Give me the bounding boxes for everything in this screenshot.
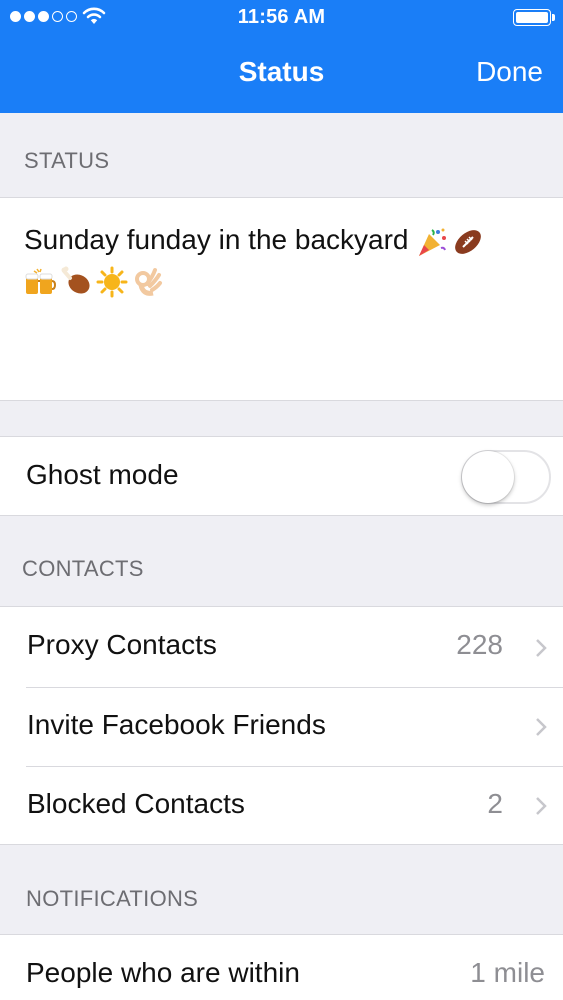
contacts-row-label: Invite Facebook Friends xyxy=(27,709,326,740)
section-header-contacts: CONTACTS xyxy=(22,556,144,581)
contacts-row-label: Proxy Contacts xyxy=(27,629,217,660)
chevron-right-icon xyxy=(536,797,547,815)
notifications-row-value: 1 mile xyxy=(470,957,545,988)
notifications-group: People who are within 1 mile xyxy=(0,934,563,1000)
status-bar: 11:56 AM xyxy=(0,0,563,36)
done-button[interactable]: Done xyxy=(476,56,543,88)
section-header-notifications: NOTIFICATIONS xyxy=(26,886,199,911)
ghost-mode-toggle[interactable] xyxy=(461,450,551,504)
toggle-knob xyxy=(462,451,514,503)
poultry-leg-icon xyxy=(61,266,90,294)
top-bar: 11:56 AM Status Done xyxy=(0,0,563,113)
status-emoji-line1 xyxy=(416,226,484,258)
battery-nub xyxy=(552,14,555,21)
status-text: Sunday funday in the backyard xyxy=(24,220,524,300)
ghost-mode-label: Ghost mode xyxy=(26,459,179,490)
contacts-row-value: 2 xyxy=(487,788,503,819)
football-icon xyxy=(455,229,482,254)
contacts-group: Proxy Contacts 228 Invite Facebook Frien… xyxy=(0,606,563,845)
battery-icon xyxy=(513,9,555,26)
contacts-row-value: 228 xyxy=(456,629,503,660)
contacts-row-proxy[interactable]: Proxy Contacts 228 xyxy=(0,607,563,687)
contacts-row-invite-facebook[interactable]: Invite Facebook Friends xyxy=(0,687,563,766)
sun-icon xyxy=(96,266,128,298)
notifications-row-label: People who are within xyxy=(26,957,300,988)
notifications-row-distance[interactable]: People who are within 1 mile xyxy=(0,935,563,1000)
status-text-content: Sunday funday in the backyard xyxy=(24,224,409,255)
status-bar-time: 11:56 AM xyxy=(237,6,326,28)
contacts-row-blocked[interactable]: Blocked Contacts 2 xyxy=(0,766,563,846)
ok-hand-icon xyxy=(135,267,162,296)
chevron-right-icon xyxy=(536,639,547,657)
status-emoji-line2 xyxy=(24,266,164,298)
chevron-right-icon xyxy=(536,718,547,736)
status-settings-screen: 11:56 AM Status Done STATUS Sunday funda… xyxy=(0,0,563,1000)
battery-level xyxy=(516,12,548,23)
party-popper-icon xyxy=(419,228,447,256)
contacts-row-label: Blocked Contacts xyxy=(27,788,245,819)
ghost-mode-row: Ghost mode xyxy=(0,436,563,516)
status-text-area[interactable]: Sunday funday in the backyard xyxy=(0,197,563,401)
beer-mugs-icon xyxy=(25,268,56,294)
section-header-status: STATUS xyxy=(24,148,110,173)
